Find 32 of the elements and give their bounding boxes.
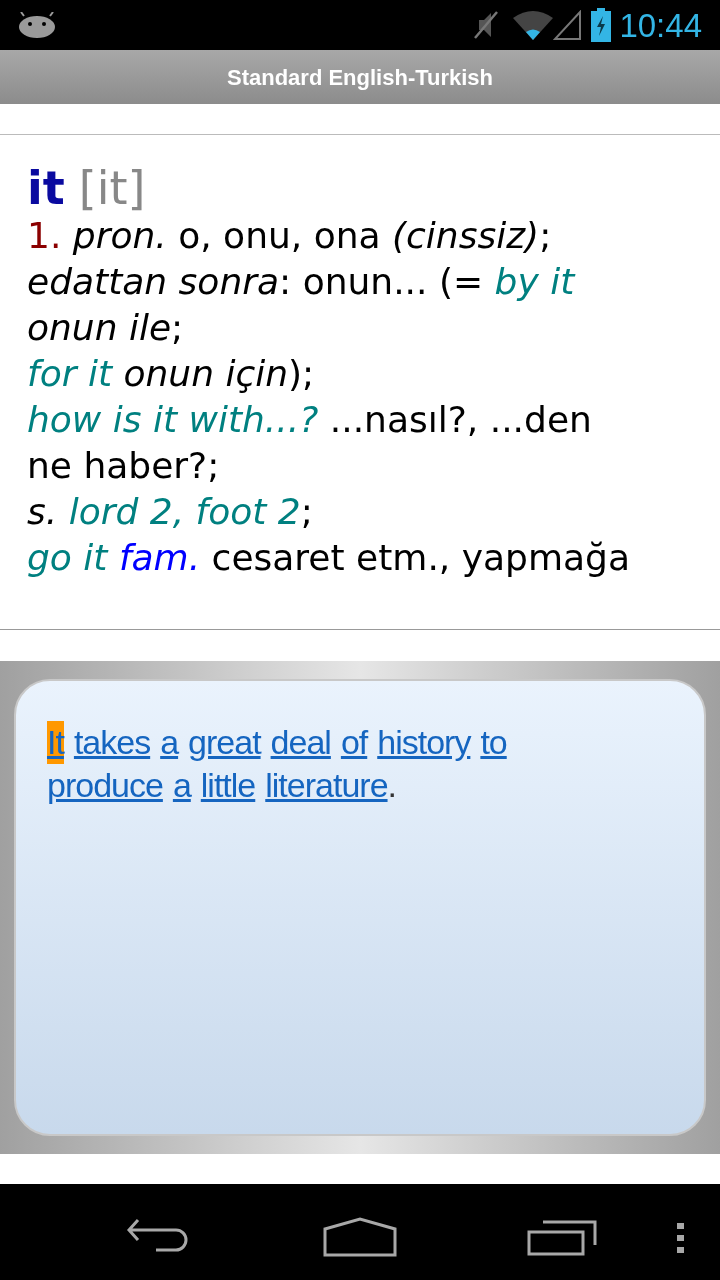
word-link[interactable]: It [47, 721, 64, 764]
mute-icon [473, 10, 500, 40]
recent-apps-button[interactable] [527, 1220, 597, 1256]
wifi-icon [513, 10, 554, 40]
transcription: [it] [78, 163, 146, 213]
definition-line: 1. pron. o, onu, ona (cinssiz); [27, 214, 553, 258]
android-icon [18, 12, 56, 38]
definition-line: s. lord 2, foot 2; [27, 490, 314, 534]
clock-time: 10:44 [619, 8, 702, 42]
definition-line: edattan sonra: onun... (= by it [27, 260, 577, 304]
word-link[interactable]: produce [47, 764, 163, 807]
word-link[interactable]: a [160, 721, 179, 764]
battery-icon [591, 8, 612, 42]
signal-icon [553, 10, 582, 40]
word-link[interactable]: a [172, 764, 191, 807]
word-link[interactable]: history [377, 721, 471, 764]
definition-line: go it fam. cesaret etm., yapmağa [27, 536, 631, 580]
word-link[interactable]: little [200, 764, 256, 807]
definition-line: how is it with...? ...nasıl?, ...den [27, 398, 593, 442]
word-link[interactable]: takes [73, 721, 151, 764]
app-title: Standard English-Turkish [226, 63, 494, 92]
definition-line: for it onun için); [27, 352, 316, 396]
word-link[interactable]: to [480, 721, 507, 764]
word-link[interactable]: literature [265, 764, 388, 807]
word-link[interactable]: of [340, 721, 368, 764]
punctuation: . [387, 765, 396, 806]
word-link[interactable]: deal [270, 721, 331, 764]
headword: it [27, 163, 65, 213]
definition-line: ne haber?; [27, 444, 221, 488]
definition-line: onun ile; [27, 306, 185, 350]
home-button[interactable] [323, 1217, 397, 1257]
word-link[interactable]: great [188, 721, 261, 764]
